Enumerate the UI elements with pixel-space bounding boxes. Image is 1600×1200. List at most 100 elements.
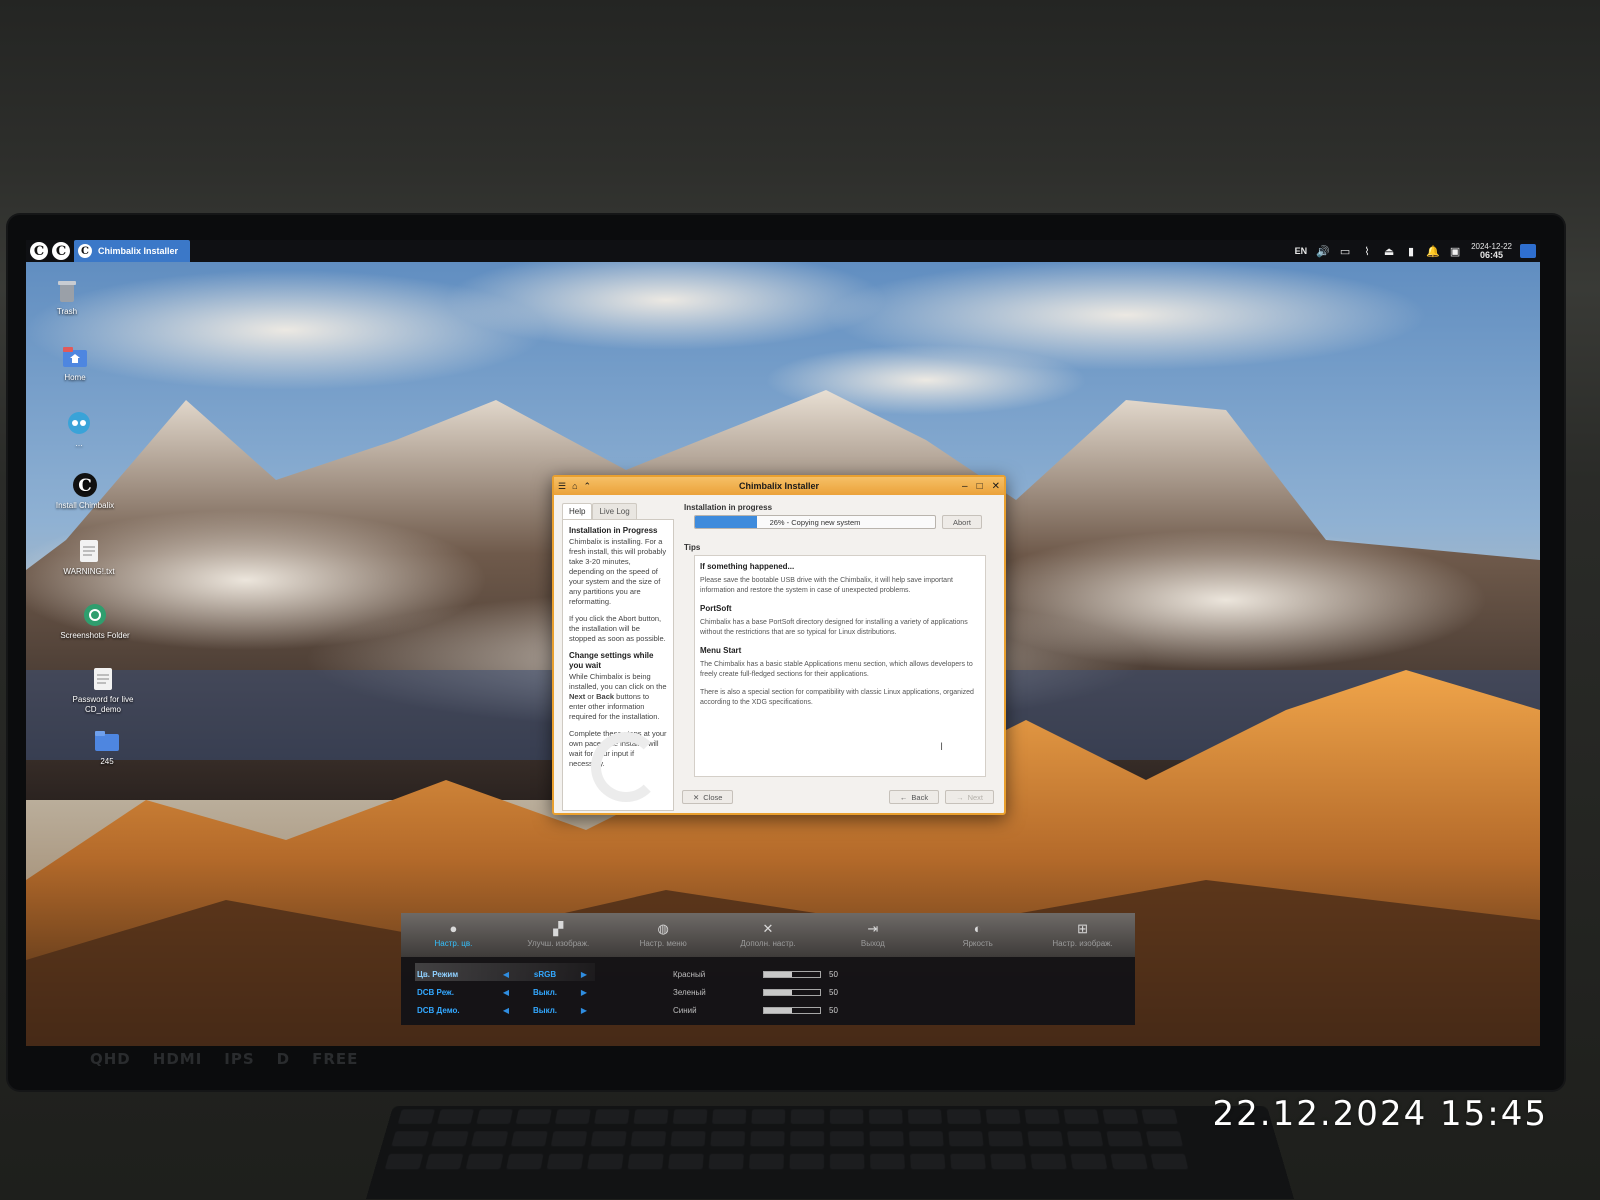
desktop-icon-label: Home bbox=[64, 373, 86, 382]
window-titlebar[interactable]: ☰ ⌂ ⌃ Chimbalix Installer – □ ✕ bbox=[554, 477, 1004, 495]
keyboard-key bbox=[471, 1131, 509, 1147]
keep-above-icon[interactable]: ⌃ bbox=[584, 481, 592, 492]
chimbalix-logo-icon: C bbox=[72, 472, 98, 498]
osd-channel-slider[interactable] bbox=[763, 988, 821, 996]
keyboard-key bbox=[830, 1131, 864, 1147]
osd-setting-row[interactable]: Цв. Режим ◀ sRGB ▶ Красный 50 bbox=[417, 965, 1117, 983]
window-menu-icon[interactable]: ☰ bbox=[558, 481, 566, 492]
tools-icon: ✕ bbox=[762, 921, 774, 936]
keyboard-key bbox=[594, 1109, 630, 1124]
keyboard-key bbox=[668, 1153, 704, 1170]
document-icon bbox=[90, 666, 116, 692]
screen-icon[interactable]: ▣ bbox=[1449, 245, 1461, 258]
tip-paragraph: The Chimbalix has a basic stable Applica… bbox=[700, 661, 973, 678]
tab-live-log[interactable]: Live Log bbox=[592, 503, 637, 519]
desktop-icon-home[interactable]: Home bbox=[40, 344, 110, 383]
osd-tab-color[interactable]: ● Настр. цв. bbox=[401, 913, 506, 957]
desktop-icon-label: Password for live CD_demo bbox=[72, 695, 134, 714]
keyboard-key bbox=[1024, 1109, 1060, 1124]
eject-icon[interactable]: ⏏ bbox=[1383, 245, 1395, 258]
close-icon[interactable]: ✕ bbox=[992, 481, 1000, 492]
clock[interactable]: 2024-12-22 06:45 bbox=[1471, 242, 1512, 260]
osd-tab-exit[interactable]: ⇥ Выход bbox=[820, 913, 925, 957]
osd-tab-menu[interactable]: ◍ Настр. меню bbox=[611, 913, 716, 957]
desktop-icon-screenshots[interactable]: Screenshots Folder bbox=[60, 602, 130, 641]
osd-tab-label: Настр. изображ. bbox=[1052, 939, 1113, 948]
keyboard-key bbox=[990, 1153, 1027, 1170]
desktop-icon-label: Screenshots Folder bbox=[60, 631, 130, 640]
desktop-icon-label: Trash bbox=[56, 307, 78, 316]
show-desktop-icon[interactable] bbox=[1520, 244, 1536, 258]
keyboard-key bbox=[630, 1131, 667, 1147]
desktop-icon-warning[interactable]: WARNING!.txt bbox=[54, 538, 124, 577]
left-arrow-icon[interactable]: ◀ bbox=[497, 970, 515, 979]
picture-add-icon: ⊞ bbox=[1077, 921, 1089, 936]
help-or-text: or bbox=[587, 692, 595, 701]
back-button[interactable]: ← Back bbox=[888, 790, 940, 804]
osd-setting-row[interactable]: DCB Демо. ◀ Выкл. ▶ Синий 50 bbox=[417, 1001, 1117, 1019]
keyboard-key bbox=[710, 1131, 746, 1147]
right-arrow-icon[interactable]: ▶ bbox=[575, 1006, 593, 1015]
keyboard-key bbox=[1027, 1131, 1064, 1147]
maximize-icon[interactable]: □ bbox=[977, 481, 983, 492]
keyboard-key bbox=[1070, 1153, 1108, 1170]
help-paragraph: While Chimbalix is being installed, you … bbox=[569, 672, 667, 722]
keyboard-key bbox=[1102, 1109, 1139, 1124]
osd-tab-brightness[interactable]: ◐ Яркость bbox=[925, 913, 1030, 957]
next-arrow-icon: → bbox=[956, 792, 964, 802]
osd-setting-value: Выкл. bbox=[532, 1005, 557, 1015]
keyboard-key bbox=[515, 1109, 552, 1124]
abort-button[interactable]: Abort bbox=[942, 515, 982, 529]
osd-settings: Цв. Режим ◀ sRGB ▶ Красный 50 DCB Реж. ◀… bbox=[417, 965, 1117, 1019]
desktop-icon-folder-245[interactable]: 245 bbox=[72, 728, 142, 767]
chimbalix-launcher-icon[interactable]: C bbox=[52, 242, 70, 260]
desktop-icon-install-chimbalix[interactable]: C Install Chimbalix bbox=[50, 472, 120, 511]
keyboard-key bbox=[790, 1109, 825, 1124]
keyboard-key bbox=[1063, 1109, 1100, 1124]
osd-channel-slider[interactable] bbox=[763, 1006, 821, 1014]
progress-row: 26% - Copying new system Abort bbox=[694, 515, 998, 529]
close-x-icon: ✕ bbox=[693, 792, 700, 802]
left-arrow-icon[interactable]: ◀ bbox=[497, 988, 515, 997]
help-paragraph: If you click the Abort button, the insta… bbox=[569, 614, 666, 643]
volume-icon[interactable]: 🔊 bbox=[1316, 245, 1330, 258]
clip-icon[interactable]: ⌇ bbox=[1361, 245, 1373, 258]
battery-icon[interactable]: ▮ bbox=[1405, 245, 1417, 258]
keyboard-layout-indicator[interactable]: EN bbox=[1295, 246, 1308, 256]
right-arrow-icon[interactable]: ▶ bbox=[575, 988, 593, 997]
taskbar-window-button[interactable]: C Chimbalix Installer bbox=[74, 240, 191, 262]
progress-label: Installation in progress bbox=[684, 503, 773, 512]
pin-icon[interactable]: ⌂ bbox=[572, 481, 577, 492]
tab-help[interactable]: Help bbox=[562, 503, 593, 519]
minimize-icon[interactable]: – bbox=[962, 481, 968, 492]
desktop-icon-password[interactable]: Password for live CD_demo bbox=[68, 666, 138, 715]
left-arrow-icon[interactable]: ◀ bbox=[497, 1006, 515, 1015]
osd-tab-picture[interactable]: ▞ Улучш. изображ. bbox=[506, 913, 611, 957]
right-arrow-icon[interactable]: ▶ bbox=[575, 970, 593, 979]
taskbar-window-label: Chimbalix Installer bbox=[98, 246, 179, 256]
back-arrow-icon: ← bbox=[899, 792, 908, 802]
tip-paragraph: Please save the bootable USB drive with … bbox=[700, 577, 953, 594]
notification-bell-icon[interactable]: 🔔 bbox=[1426, 245, 1440, 258]
osd-tab-image[interactable]: ⊞ Настр. изображ. bbox=[1030, 913, 1135, 957]
chimbalix-app-icon: C bbox=[78, 244, 92, 258]
keyboard-key bbox=[985, 1109, 1021, 1124]
keyboard-key bbox=[987, 1131, 1024, 1147]
keyboard-key bbox=[437, 1109, 474, 1124]
badge-ips: IPS bbox=[224, 1050, 255, 1068]
chimbalix-menu-icon[interactable]: C bbox=[30, 242, 48, 260]
close-button[interactable]: ✕ Close bbox=[682, 790, 734, 804]
tip-paragraph: There is also a special section for comp… bbox=[700, 689, 974, 706]
keyboard-key bbox=[751, 1109, 786, 1124]
osd-setting-row[interactable]: DCB Реж. ◀ Выкл. ▶ Зеленый 50 bbox=[417, 983, 1117, 1001]
osd-tab-extra[interactable]: ✕ Дополн. настр. bbox=[716, 913, 821, 957]
desktop-icon-label: 245 bbox=[100, 757, 114, 766]
desktop-icon-trash[interactable]: Trash bbox=[32, 278, 102, 317]
folder-icon bbox=[94, 728, 120, 754]
desktop-icon-unknown[interactable]: … bbox=[44, 410, 114, 449]
display-icon[interactable]: ▭ bbox=[1339, 245, 1351, 258]
chimbalix-watermark-icon bbox=[591, 732, 661, 802]
osd-channel-slider[interactable] bbox=[763, 970, 821, 978]
osd-channel-value: 50 bbox=[829, 1005, 838, 1015]
next-button[interactable]: → Next bbox=[945, 790, 994, 804]
